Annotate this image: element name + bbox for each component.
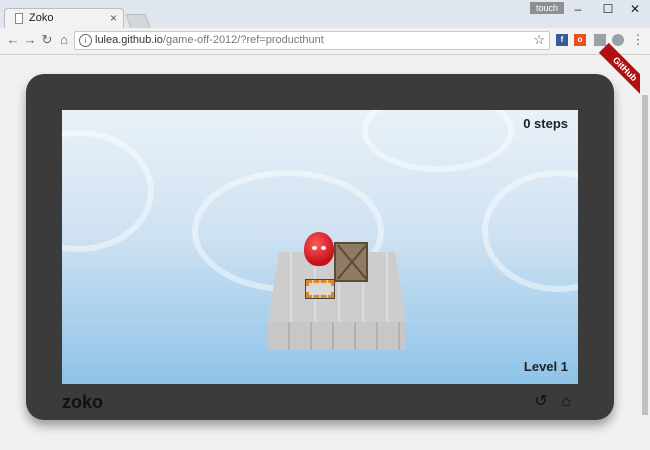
tab-strip: Zoko × touch – ☐ ✕: [0, 0, 650, 28]
close-tab-icon[interactable]: ×: [110, 11, 117, 25]
address-bar[interactable]: i lulea.github.io/game-off-2012/?ref=pro…: [74, 31, 550, 50]
eye-icon: [312, 246, 317, 250]
water-ripple: [362, 110, 514, 172]
eye-icon: [321, 246, 326, 250]
facebook-extension-icon[interactable]: f: [556, 34, 568, 46]
browser-toolbar: ← → ↻ ⌂ i lulea.github.io/game-off-2012/…: [0, 28, 650, 55]
screenshot-extension-icon[interactable]: [594, 34, 606, 46]
page-icon: [15, 13, 23, 24]
reload-icon[interactable]: ↻: [39, 32, 55, 48]
water-ripple: [62, 130, 154, 252]
home-icon[interactable]: ⌂: [556, 392, 576, 412]
game-viewport[interactable]: 0 steps Level 1: [62, 110, 578, 384]
touch-badge: touch: [530, 2, 564, 14]
timer-extension-icon[interactable]: [612, 34, 624, 46]
maximize-button[interactable]: ☐: [593, 0, 623, 18]
scrollbar-thumb[interactable]: [642, 95, 648, 415]
water-ripple: [482, 170, 578, 292]
stone-platform-side: [268, 322, 406, 350]
browser-tab[interactable]: Zoko ×: [4, 8, 124, 28]
red-blob-player: [304, 232, 334, 266]
url-text[interactable]: lulea.github.io/game-off-2012/?ref=produ…: [95, 34, 324, 46]
level-indicator: Level 1: [523, 359, 568, 374]
close-window-button[interactable]: ✕: [620, 0, 650, 18]
zoko-logo: zoko: [62, 392, 104, 412]
forward-icon[interactable]: →: [22, 32, 38, 48]
bookmark-star-icon[interactable]: ☆: [533, 32, 545, 48]
tab-title: Zoko: [29, 12, 54, 24]
step-counter: 0 steps: [523, 116, 568, 131]
minimize-button[interactable]: –: [563, 0, 593, 18]
back-icon[interactable]: ←: [5, 32, 21, 48]
new-tab-button[interactable]: [125, 14, 151, 28]
office-extension-icon[interactable]: o: [574, 34, 586, 46]
scrollbar[interactable]: [640, 55, 650, 450]
info-icon[interactable]: i: [79, 34, 92, 47]
menu-icon[interactable]: ⋮: [630, 32, 646, 48]
restart-icon[interactable]: ↺: [531, 392, 551, 412]
home-icon[interactable]: ⌂: [56, 32, 72, 48]
wooden-crate: [334, 242, 368, 282]
target-tile: [305, 279, 335, 299]
